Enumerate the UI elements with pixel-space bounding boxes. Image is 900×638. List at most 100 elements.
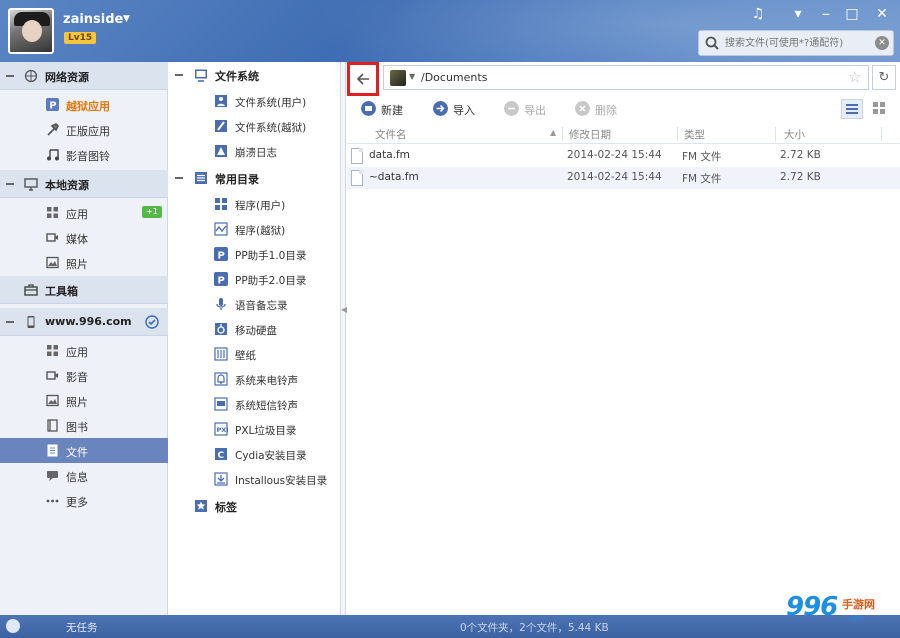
address-path[interactable]: /Documents [421, 71, 487, 84]
sidebar-item-device-apps[interactable]: 应用 [0, 338, 168, 363]
sidebar-item-local-photos[interactable]: 照片 [0, 250, 168, 275]
sidebar-item-device-books[interactable]: 图书 [0, 413, 168, 438]
tree-item-installous[interactable]: Installous安装目录 [169, 467, 341, 492]
column-separator[interactable] [677, 127, 678, 141]
clear-icon[interactable]: ✕ [875, 36, 889, 50]
tree-item-cydia[interactable]: C Cydia安装目录 [169, 442, 341, 467]
table-row[interactable]: ~data.fm 2014-02-24 15:44 FM 文件 2.72 KB [347, 167, 900, 189]
p-app-icon: P [46, 98, 59, 111]
sidebar-item-device-media[interactable]: 影音 [0, 363, 168, 388]
tree-item-label: 程序(用户) [235, 200, 286, 212]
column-name[interactable]: 文件名 [375, 127, 407, 142]
sidebar-section-network[interactable]: 网络资源 [0, 62, 168, 90]
sidebar-item-jailbreak-apps[interactable]: P 越狱应用 [0, 92, 168, 117]
sidebar-item-label: 影音图铃 [66, 150, 110, 163]
tree-item-fs-user[interactable]: 文件系统(用户) [169, 89, 341, 114]
grid-view-button[interactable] [869, 99, 891, 119]
column-separator[interactable] [881, 127, 882, 141]
sidebar-item-device-messages[interactable]: 信息 [0, 463, 168, 488]
download-icon[interactable] [6, 619, 20, 633]
grid-icon [47, 345, 58, 356]
tree-item-crash-log[interactable]: 崩溃日志 [169, 139, 341, 164]
sidebar-item-media-ringtones[interactable]: 影音图铃 [0, 142, 168, 167]
sidebar-item-device-photos[interactable]: 照片 [0, 388, 168, 413]
column-type[interactable]: 类型 [684, 127, 705, 142]
panel-splitter[interactable]: ◀ [341, 62, 347, 615]
sidebar-section-local[interactable]: 本地资源 [0, 170, 168, 198]
collapse-icon[interactable] [6, 183, 14, 185]
section-label: 网络资源 [45, 71, 89, 84]
tree-item-fs-jailbreak[interactable]: 文件系统(越狱) [169, 114, 341, 139]
table-row[interactable]: data.fm 2014-02-24 15:44 FM 文件 2.72 KB [347, 145, 900, 167]
grid-icon [47, 207, 58, 218]
tree-item-sms-tones[interactable]: 系统短信铃声 [169, 392, 341, 417]
search-input[interactable] [725, 34, 873, 52]
video-icon [46, 371, 58, 380]
menu-icon[interactable]: ▾ [788, 5, 808, 23]
installous-icon [214, 472, 228, 486]
collapse-icon[interactable] [175, 74, 183, 76]
minimize-icon[interactable]: – [816, 5, 836, 23]
sidebar-item-label: 媒体 [66, 233, 88, 246]
tree-section-common[interactable]: 常用目录 [169, 166, 341, 190]
sidebar-item-label: 图书 [66, 421, 88, 434]
tree-item-apps-jailbreak[interactable]: 程序(越狱) [169, 217, 341, 242]
tree-section-bookmarks[interactable]: 标签 [169, 494, 341, 518]
username[interactable]: zainside [63, 12, 123, 27]
photo-icon [46, 256, 59, 269]
sidebar-section-device[interactable]: www.996.com [0, 308, 168, 336]
sidebar-item-device-files[interactable]: 文件 [0, 438, 168, 463]
tree-item-wallpaper[interactable]: 壁纸 [169, 342, 341, 367]
collapse-icon[interactable] [6, 321, 14, 323]
collapse-icon[interactable] [175, 177, 183, 179]
tree-item-ringtones[interactable]: 系统来电铃声 [169, 367, 341, 392]
sidebar-item-official-apps[interactable]: 正版应用 [0, 117, 168, 142]
star-icon[interactable]: ☆ [848, 68, 861, 86]
tree-item-pxl-trash[interactable]: PXL PXL垃圾目录 [169, 417, 341, 442]
search-icon [705, 36, 719, 50]
sidebar-item-device-more[interactable]: 更多 [0, 488, 168, 513]
svg-text:C: C [218, 451, 225, 461]
collapse-icon[interactable] [6, 75, 14, 77]
avatar[interactable] [8, 8, 54, 54]
file-icon [47, 444, 58, 457]
tree-item-label: 程序(越狱) [235, 225, 286, 237]
tree-item-pp2[interactable]: P PP助手2.0目录 [169, 267, 341, 292]
column-size[interactable]: 大小 [784, 127, 805, 142]
music-note-icon [47, 149, 59, 161]
tree-item-label: PP助手2.0目录 [235, 275, 307, 287]
sidebar-item-local-apps[interactable]: 应用 +1 [0, 200, 168, 225]
address-bar[interactable]: ▼ /Documents ☆ [383, 65, 869, 90]
maximize-icon[interactable]: □ [842, 5, 862, 23]
back-arrow-icon [356, 73, 369, 85]
sidebar-item-label: 影音 [66, 371, 88, 384]
column-separator[interactable] [562, 127, 563, 141]
tree-item-label: 文件系统(用户) [235, 97, 307, 109]
tree-section-filesystem[interactable]: 文件系统 [169, 63, 341, 87]
tree-section-label: 常用目录 [215, 173, 259, 186]
refresh-button[interactable]: ↻ [872, 65, 896, 90]
tree-item-label: 移动硬盘 [235, 325, 277, 337]
close-icon[interactable]: ✕ [872, 5, 892, 23]
tree-item-apps-user[interactable]: 程序(用户) [169, 192, 341, 217]
search-box[interactable]: ✕ [698, 30, 894, 56]
chevron-down-icon[interactable]: ▼ [409, 72, 415, 81]
list-view-button[interactable] [841, 99, 863, 119]
tree-item-usb-drive[interactable]: 移动硬盘 [169, 317, 341, 342]
import-label: 导入 [453, 104, 475, 117]
sidebar-section-toolbox[interactable]: 工具箱 [0, 276, 168, 304]
wallpaper-icon [214, 347, 228, 361]
chevron-down-icon[interactable]: ▼ [123, 14, 130, 24]
task-status[interactable]: 无任务 [66, 620, 98, 635]
music-note-icon[interactable]: ♫ [748, 5, 768, 23]
filesystem-jailbreak-icon [215, 120, 227, 132]
column-modified[interactable]: 修改日期 [569, 127, 611, 142]
back-button[interactable] [347, 62, 379, 96]
column-separator[interactable] [775, 127, 776, 141]
sidebar-item-local-media[interactable]: 媒体 [0, 225, 168, 250]
tree-item-label: Cydia安装目录 [235, 450, 307, 462]
tree-item-pp1[interactable]: P PP助手1.0目录 [169, 242, 341, 267]
toolbar: 新建 导入 导出 删除 [347, 96, 900, 122]
sidebar-item-label: 正版应用 [66, 125, 110, 138]
tree-item-voice-memos[interactable]: 语音备忘录 [169, 292, 341, 317]
